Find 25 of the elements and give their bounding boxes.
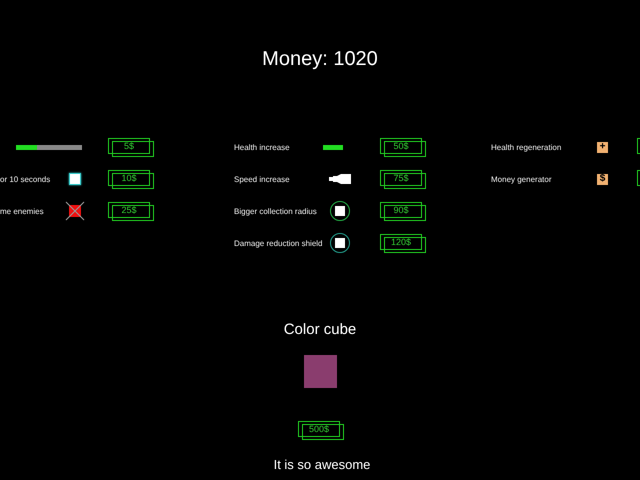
price-button[interactable]: 120$ — [380, 234, 426, 252]
price-button[interactable]: 50$ — [380, 138, 426, 156]
price-button[interactable]: 5$ — [108, 138, 154, 156]
upgrade-label: or 10 seconds — [0, 174, 52, 184]
upgrade-icon: $ — [597, 174, 608, 184]
upgrade-label: Health regeneration — [491, 142, 562, 152]
offer-caption: It is so awesome — [274, 457, 370, 472]
ice-square-icon — [69, 173, 81, 185]
upgrade-label: Damage reduction shield — [234, 238, 323, 248]
health-bar-icon — [323, 144, 343, 150]
upgrade-label: Health increase — [234, 142, 291, 152]
price-button[interactable]: 25$ — [108, 202, 154, 220]
cross-icon — [65, 201, 85, 221]
price-button[interactable]: 90$ — [380, 202, 426, 220]
price-button[interactable]: 10$ — [108, 170, 154, 188]
money-counter: Money: 1020 — [261, 47, 379, 72]
price-button[interactable]: 500$ — [298, 421, 344, 440]
upgrade-icon: + — [597, 142, 608, 152]
upgrade-label: me enemies — [0, 206, 45, 216]
bullet-icon — [329, 173, 351, 185]
offer-title: Color cube — [284, 321, 356, 339]
price-button[interactable]: 75$ — [380, 170, 426, 188]
upgrade-label: Money generator — [491, 174, 552, 184]
upgrade-label: Bigger collection radius — [234, 206, 318, 216]
upgrade-label: Speed increase — [234, 174, 291, 184]
